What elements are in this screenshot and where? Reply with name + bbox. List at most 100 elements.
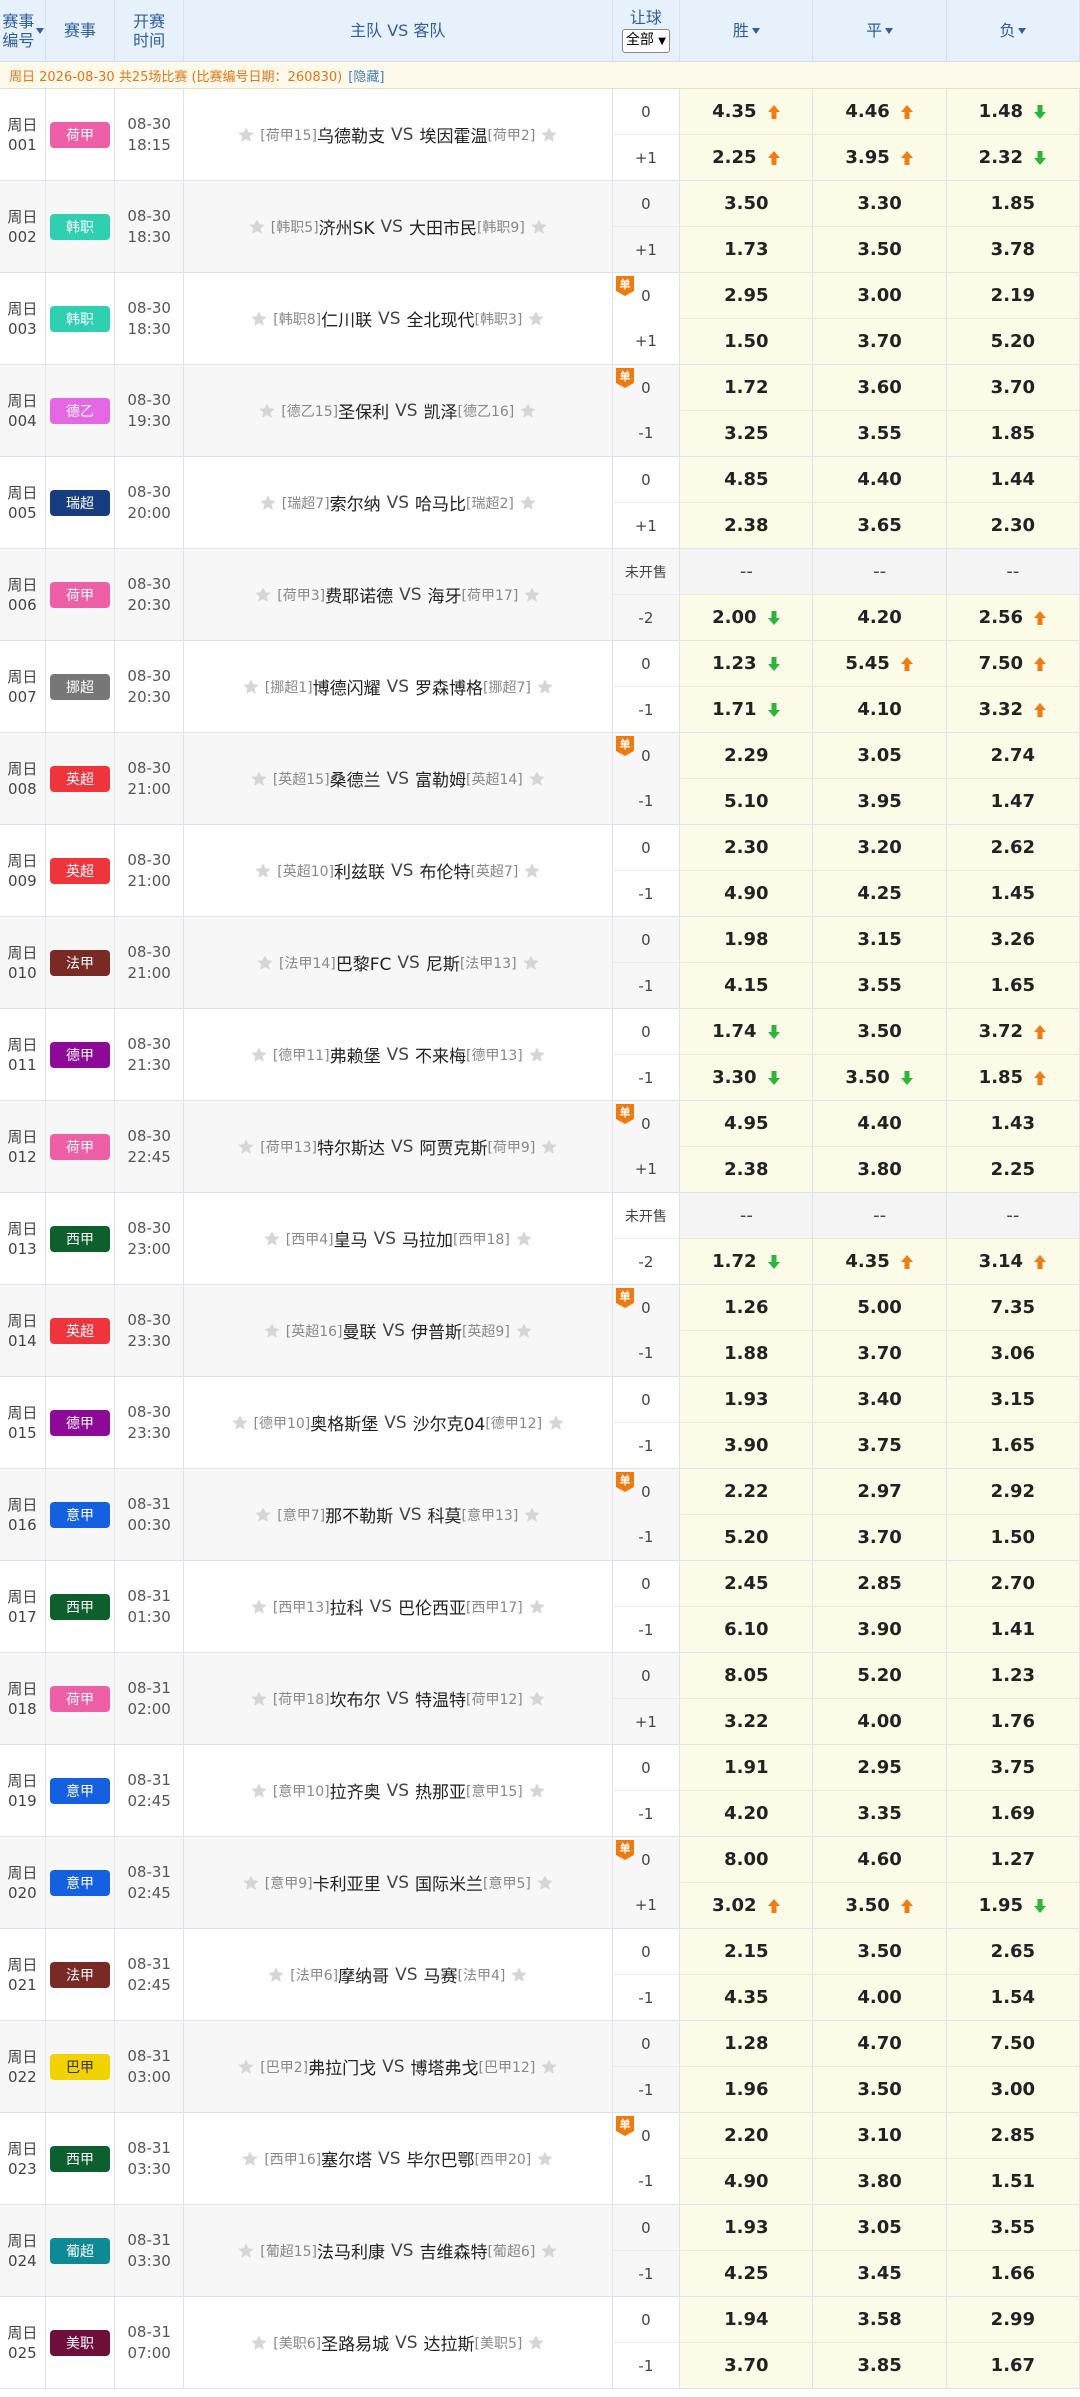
match-row[interactable]: 周日 001 荷甲 08-30 18:15 [荷甲15] 乌德勒支 VS 埃因霍温 [荷甲2] 0 +… bbox=[0, 89, 1080, 181]
home-team[interactable]: 特尔斯达 bbox=[317, 1134, 385, 1159]
odds-option[interactable]: 2.25 bbox=[680, 135, 813, 180]
odds-option[interactable]: 3.75 bbox=[813, 1423, 946, 1468]
odds-option[interactable]: 2.70 bbox=[946, 1561, 1080, 1607]
away-team[interactable]: 伊普斯 bbox=[411, 1318, 462, 1343]
favorite-star-icon[interactable] bbox=[528, 770, 546, 788]
match-row[interactable]: 周日 020 意甲 08-31 02:45 [意甲9] 卡利亚里 VS 国际米兰 [意甲5] 单 0 +… bbox=[0, 1837, 1080, 1929]
match-row[interactable]: 周日 023 西甲 08-31 03:30 [西甲16] 塞尔塔 VS 毕尔巴鄂 [西甲20] 单 0… bbox=[0, 2113, 1080, 2205]
favorite-star-icon[interactable] bbox=[523, 586, 541, 604]
odds-option[interactable]: 3.58 bbox=[813, 2297, 946, 2343]
favorite-star-icon[interactable] bbox=[250, 1598, 268, 1616]
home-team[interactable]: 那不勒斯 bbox=[325, 1502, 393, 1527]
odds-option[interactable]: 2.85 bbox=[813, 1561, 946, 1607]
handicap-filter-select[interactable]: 全部 ▼ bbox=[621, 29, 670, 53]
match-row[interactable]: 周日 003 韩职 08-30 18:30 [韩职8] 仁川联 VS 全北现代 [韩职3] 单 0 +1… bbox=[0, 273, 1080, 365]
league-badge[interactable]: 西甲 bbox=[50, 1593, 111, 1620]
odds-option[interactable]: 3.90 bbox=[680, 1423, 813, 1468]
league-badge[interactable]: 西甲 bbox=[50, 2145, 111, 2172]
odds-option[interactable]: 1.71 bbox=[680, 687, 813, 732]
favorite-star-icon[interactable] bbox=[237, 126, 255, 144]
favorite-star-icon[interactable] bbox=[267, 1966, 285, 1984]
away-team[interactable]: 海牙 bbox=[428, 582, 462, 607]
odds-option[interactable]: 1.96 bbox=[680, 2067, 813, 2112]
odds-option[interactable]: 2.95 bbox=[680, 273, 813, 319]
favorite-star-icon[interactable] bbox=[250, 1046, 268, 1064]
favorite-star-icon[interactable] bbox=[528, 1782, 546, 1800]
league-badge[interactable]: 荷甲 bbox=[50, 1685, 111, 1712]
odds-option[interactable]: 1.23 bbox=[680, 641, 813, 687]
header-draw[interactable]: 平 bbox=[813, 0, 947, 61]
odds-option[interactable]: 3.10 bbox=[813, 2113, 946, 2159]
favorite-star-icon[interactable] bbox=[250, 310, 268, 328]
odds-option[interactable]: 3.50 bbox=[813, 227, 946, 272]
odds-option[interactable]: 1.72 bbox=[680, 365, 813, 411]
odds-option[interactable]: 3.80 bbox=[813, 1147, 946, 1192]
match-row[interactable]: 周日 018 荷甲 08-31 02:00 [荷甲18] 坎布尔 VS 特温特 [荷甲12] 0 +1… bbox=[0, 1653, 1080, 1745]
odds-option[interactable]: 5.45 bbox=[813, 641, 946, 687]
away-team[interactable]: 博塔弗戈 bbox=[411, 2054, 479, 2079]
odds-option[interactable]: 3.90 bbox=[813, 1607, 946, 1652]
odds-option[interactable]: -- bbox=[680, 549, 813, 595]
odds-option[interactable]: 4.90 bbox=[680, 871, 813, 916]
odds-option[interactable]: 1.98 bbox=[680, 917, 813, 963]
favorite-star-icon[interactable] bbox=[231, 1414, 249, 1432]
favorite-star-icon[interactable] bbox=[259, 494, 277, 512]
favorite-star-icon[interactable] bbox=[254, 586, 272, 604]
favorite-star-icon[interactable] bbox=[248, 218, 266, 236]
odds-option[interactable]: 3.30 bbox=[813, 181, 946, 227]
odds-option[interactable]: 2.20 bbox=[680, 2113, 813, 2159]
favorite-star-icon[interactable] bbox=[522, 954, 540, 972]
odds-option[interactable]: 1.28 bbox=[680, 2021, 813, 2067]
favorite-star-icon[interactable] bbox=[515, 1230, 533, 1248]
odds-option[interactable]: 4.15 bbox=[680, 963, 813, 1008]
league-badge[interactable]: 德乙 bbox=[50, 397, 111, 424]
favorite-star-icon[interactable] bbox=[241, 2150, 259, 2168]
away-team[interactable]: 大田市民 bbox=[409, 214, 477, 239]
favorite-star-icon[interactable] bbox=[540, 2242, 558, 2260]
odds-option[interactable]: -- bbox=[813, 1193, 946, 1239]
odds-option[interactable]: 3.05 bbox=[813, 2205, 946, 2251]
match-row[interactable]: 周日 015 德甲 08-30 23:30 [德甲10] 奥格斯堡 VS 沙尔克04 [德甲12]… bbox=[0, 1377, 1080, 1469]
home-team[interactable]: 巴黎FC bbox=[336, 950, 392, 975]
odds-option[interactable]: 3.75 bbox=[946, 1745, 1080, 1791]
odds-option[interactable]: 4.35 bbox=[680, 1975, 813, 2020]
odds-option[interactable]: 1.48 bbox=[946, 89, 1080, 135]
odds-option[interactable]: 3.06 bbox=[946, 1331, 1080, 1376]
favorite-star-icon[interactable] bbox=[254, 1506, 272, 1524]
match-row[interactable]: 周日 009 英超 08-30 21:00 [英超10] 利兹联 VS 布伦特 [英超7] 0 -1 2… bbox=[0, 825, 1080, 917]
favorite-star-icon[interactable] bbox=[523, 862, 541, 880]
home-team[interactable]: 坎布尔 bbox=[330, 1686, 381, 1711]
league-badge[interactable]: 挪超 bbox=[50, 673, 111, 700]
odds-option[interactable]: 2.25 bbox=[946, 1147, 1080, 1192]
home-team[interactable]: 塞尔塔 bbox=[321, 2146, 372, 2171]
favorite-star-icon[interactable] bbox=[237, 1138, 255, 1156]
away-team[interactable]: 沙尔克04 bbox=[413, 1410, 486, 1435]
league-badge[interactable]: 荷甲 bbox=[50, 1133, 111, 1160]
home-team[interactable]: 弗赖堡 bbox=[330, 1042, 381, 1067]
odds-option[interactable]: 4.60 bbox=[813, 1837, 946, 1883]
favorite-star-icon[interactable] bbox=[527, 2334, 545, 2352]
odds-option[interactable]: 4.40 bbox=[813, 457, 946, 503]
odds-option[interactable]: 3.70 bbox=[680, 2343, 813, 2388]
favorite-star-icon[interactable] bbox=[528, 1598, 546, 1616]
favorite-star-icon[interactable] bbox=[250, 1690, 268, 1708]
league-badge[interactable]: 美职 bbox=[50, 2329, 111, 2356]
odds-option[interactable]: 1.54 bbox=[946, 1975, 1080, 2020]
odds-option[interactable]: 1.67 bbox=[946, 2343, 1080, 2388]
odds-option[interactable]: 1.93 bbox=[680, 1377, 813, 1423]
home-team[interactable]: 利兹联 bbox=[334, 858, 385, 883]
odds-option[interactable]: 1.51 bbox=[946, 2159, 1080, 2204]
odds-option[interactable]: 2.38 bbox=[680, 1147, 813, 1192]
match-row[interactable]: 周日 005 瑞超 08-30 20:00 [瑞超7] 索尔纳 VS 哈马比 [瑞超2] 0 +1 4.… bbox=[0, 457, 1080, 549]
odds-option[interactable]: 3.95 bbox=[813, 779, 946, 824]
league-badge[interactable]: 意甲 bbox=[50, 1869, 111, 1896]
league-badge[interactable]: 荷甲 bbox=[50, 121, 111, 148]
odds-option[interactable]: 2.97 bbox=[813, 1469, 946, 1515]
favorite-star-icon[interactable] bbox=[242, 678, 260, 696]
home-team[interactable]: 济州SK bbox=[319, 214, 375, 239]
odds-option[interactable]: 4.35 bbox=[813, 1239, 946, 1284]
league-badge[interactable]: 韩职 bbox=[50, 213, 111, 240]
away-team[interactable]: 达拉斯 bbox=[424, 2330, 475, 2355]
odds-option[interactable]: 3.25 bbox=[680, 411, 813, 456]
odds-option[interactable]: 4.46 bbox=[813, 89, 946, 135]
